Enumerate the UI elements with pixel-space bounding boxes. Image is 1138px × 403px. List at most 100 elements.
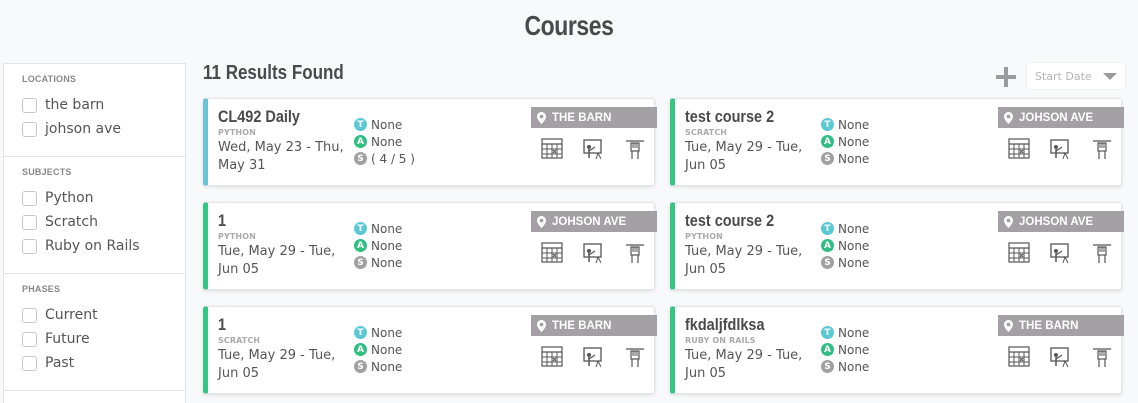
- checkbox[interactable]: [22, 238, 37, 254]
- students-badge-icon: S: [354, 360, 367, 373]
- map-pin-icon: [1004, 111, 1013, 124]
- teacher-row: T None: [354, 324, 402, 341]
- assistant-value: None: [838, 134, 870, 149]
- presentation-board-icon[interactable]: [1049, 346, 1073, 368]
- filter-option-python[interactable]: Python: [22, 186, 185, 210]
- hand-raise-icon[interactable]: [1090, 346, 1114, 368]
- checkbox[interactable]: [22, 97, 37, 113]
- course-card[interactable]: 1 SCRATCH Tue, May 29 - Tue, Jun 05 T Non…: [203, 306, 657, 394]
- presentation-board-icon[interactable]: [582, 346, 606, 368]
- students-value: ( 4 / 5 ): [371, 151, 415, 166]
- students-row: S None: [821, 254, 869, 271]
- filter-heading: LOCATIONS: [22, 74, 77, 84]
- calendar-grid-icon[interactable]: [541, 242, 565, 264]
- filter-option-label: the barn: [45, 97, 105, 113]
- course-title[interactable]: CL492 Daily: [218, 107, 300, 127]
- checkbox[interactable]: [22, 121, 37, 137]
- checkbox[interactable]: [22, 355, 37, 371]
- course-roles: T None A None S None: [821, 324, 869, 375]
- course-card[interactable]: fkdaljfdlksa RUBY ON RAILS Tue, May 29 -…: [670, 306, 1124, 394]
- assistant-row: A None: [821, 133, 869, 150]
- students-value: None: [838, 151, 870, 166]
- filter-option-past[interactable]: Past: [22, 351, 185, 375]
- students-row: S ( 4 / 5 ): [354, 150, 415, 167]
- course-roles: T None A None S None: [821, 116, 869, 167]
- filter-option-future[interactable]: Future: [22, 327, 185, 351]
- map-pin-icon: [1004, 215, 1013, 228]
- calendar-grid-icon[interactable]: [1008, 346, 1032, 368]
- filter-option-ruby-on-rails[interactable]: Ruby on Rails: [22, 234, 185, 258]
- assistant-row: A None: [821, 237, 869, 254]
- assistant-badge-icon: A: [821, 135, 834, 148]
- hand-raise-icon[interactable]: [1090, 138, 1114, 160]
- chevron-down-icon[interactable]: [1103, 73, 1117, 80]
- course-title[interactable]: test course 2: [685, 107, 774, 127]
- calendar-grid-icon[interactable]: [1008, 138, 1032, 160]
- filter-option-johson-ave[interactable]: johson ave: [22, 117, 185, 141]
- checkbox[interactable]: [22, 214, 37, 230]
- calendar-grid-icon[interactable]: [1008, 242, 1032, 264]
- course-title[interactable]: test course 2: [685, 211, 774, 231]
- course-actions: [1008, 242, 1114, 264]
- presentation-board-icon[interactable]: [582, 242, 606, 264]
- filter-option-label: Past: [45, 355, 75, 371]
- checkbox[interactable]: [22, 331, 37, 347]
- teacher-badge-icon: T: [354, 326, 367, 339]
- teacher-value: None: [371, 325, 403, 340]
- course-subject: PYTHON: [685, 232, 723, 241]
- course-card[interactable]: test course 2 SCRATCH Tue, May 29 - Tue,…: [670, 98, 1124, 186]
- teacher-row: T None: [821, 116, 869, 133]
- calendar-grid-icon[interactable]: [541, 138, 565, 160]
- assistant-badge-icon: A: [821, 343, 834, 356]
- checkbox[interactable]: [22, 190, 37, 206]
- students-row: S None: [821, 150, 869, 167]
- assistant-badge-icon: A: [354, 239, 367, 252]
- students-row: S None: [354, 254, 402, 271]
- presentation-board-icon[interactable]: [1049, 138, 1073, 160]
- course-actions: [1008, 346, 1114, 368]
- teacher-badge-icon: T: [821, 118, 834, 131]
- teacher-row: T None: [821, 220, 869, 237]
- hand-raise-icon[interactable]: [623, 138, 647, 160]
- students-value: None: [838, 255, 870, 270]
- course-subject: SCRATCH: [218, 336, 261, 345]
- hand-raise-icon[interactable]: [1090, 242, 1114, 264]
- assistant-badge-icon: A: [821, 239, 834, 252]
- course-title[interactable]: fkdaljfdlksa: [685, 315, 765, 335]
- course-card[interactable]: test course 2 PYTHON Tue, May 29 - Tue, …: [670, 202, 1124, 290]
- teacher-badge-icon: T: [354, 222, 367, 235]
- course-card[interactable]: 1 PYTHON Tue, May 29 - Tue, Jun 05 T None…: [203, 202, 657, 290]
- calendar-grid-icon[interactable]: [541, 346, 565, 368]
- filter-sidebar: LOCATIONS the barn johson ave SUBJECTS P…: [3, 63, 186, 403]
- assistant-value: None: [371, 342, 403, 357]
- students-value: None: [838, 359, 870, 374]
- hand-raise-icon[interactable]: [623, 242, 647, 264]
- filter-group-subjects: SUBJECTS Python Scratch Ruby on Rails: [4, 157, 185, 274]
- filter-option-label: Future: [45, 331, 90, 347]
- presentation-board-icon[interactable]: [582, 138, 606, 160]
- filter-heading: PHASES: [22, 284, 61, 294]
- filter-option-scratch[interactable]: Scratch: [22, 210, 185, 234]
- course-subject: PYTHON: [218, 128, 256, 137]
- location-name: THE BARN: [1019, 319, 1079, 332]
- course-title[interactable]: 1: [218, 315, 226, 335]
- filter-option-the-barn[interactable]: the barn: [22, 93, 185, 117]
- hand-raise-icon[interactable]: [623, 346, 647, 368]
- location-banner: THE BARN: [531, 315, 657, 336]
- course-card[interactable]: CL492 Daily PYTHON Wed, May 23 - Thu, Ma…: [203, 98, 657, 186]
- course-roles: T None A None S None: [821, 220, 869, 271]
- students-badge-icon: S: [821, 360, 834, 373]
- course-roles: T None A None S ( 4 / 5 ): [354, 116, 415, 167]
- results-count: 11 Results Found: [203, 62, 344, 84]
- checkbox[interactable]: [22, 307, 37, 323]
- students-row: S None: [821, 358, 869, 375]
- presentation-board-icon[interactable]: [1049, 242, 1073, 264]
- add-course-button[interactable]: [993, 64, 1019, 90]
- course-title[interactable]: 1: [218, 211, 226, 231]
- students-value: None: [371, 359, 403, 374]
- teacher-badge-icon: T: [354, 118, 367, 131]
- sort-select[interactable]: Start Date: [1026, 62, 1126, 90]
- students-badge-icon: S: [821, 152, 834, 165]
- filter-option-current[interactable]: Current: [22, 303, 185, 327]
- teacher-value: None: [838, 221, 870, 236]
